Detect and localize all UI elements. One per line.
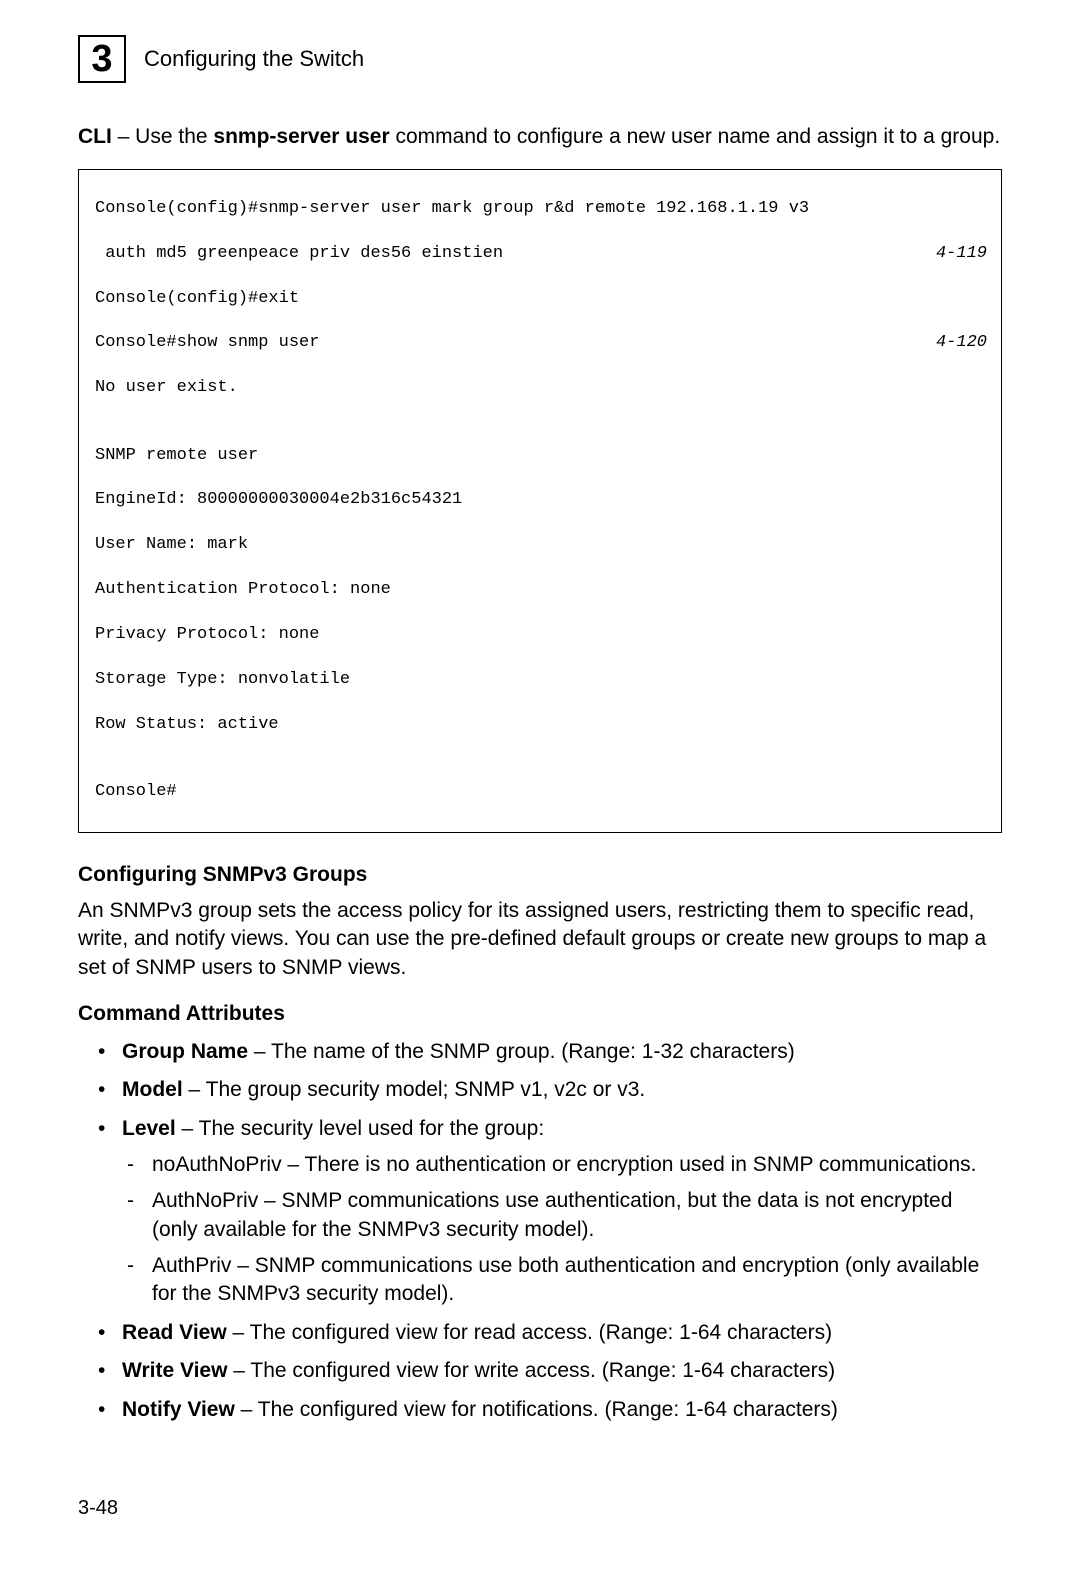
cli-intro-paragraph: CLI – Use the snmp-server user command t…	[78, 123, 1002, 151]
code-line: Authentication Protocol: none	[95, 579, 987, 601]
code-line: Console(config)#snmp-server user mark gr…	[95, 198, 987, 220]
code-text: Console#show snmp user	[95, 332, 319, 354]
code-line: Console#	[95, 781, 987, 803]
cli-command: snmp-server user	[213, 125, 389, 148]
list-item: Model – The group security model; SNMP v…	[78, 1076, 1002, 1104]
attr-desc: – The group security model; SNMP v1, v2c…	[183, 1078, 646, 1101]
cli-label: CLI	[78, 125, 112, 148]
sub-list-item: AuthNoPriv – SNMP communications use aut…	[122, 1187, 1002, 1244]
attr-name: Write View	[122, 1359, 227, 1382]
section-paragraph: An SNMPv3 group sets the access policy f…	[78, 897, 1002, 982]
page-number: 3-48	[78, 1497, 118, 1520]
list-item: Group Name – The name of the SNMP group.…	[78, 1038, 1002, 1066]
code-line: auth md5 greenpeace priv des56 einstien 4…	[95, 243, 987, 265]
cli-text-1: – Use the	[112, 125, 214, 148]
chapter-number-icon: 3	[78, 35, 126, 83]
command-attributes-heading: Command Attributes	[78, 1002, 1002, 1026]
attr-name: Read View	[122, 1321, 227, 1344]
sub-list: noAuthNoPriv – There is no authenticatio…	[122, 1151, 1002, 1309]
list-item: Notify View – The configured view for no…	[78, 1396, 1002, 1424]
list-item: Write View – The configured view for wri…	[78, 1357, 1002, 1385]
cli-output-box: Console(config)#snmp-server user mark gr…	[78, 169, 1002, 833]
code-text: auth md5 greenpeace priv des56 einstien	[95, 243, 503, 265]
code-line: SNMP remote user	[95, 445, 987, 467]
attr-desc: – The configured view for write access. …	[227, 1359, 835, 1382]
code-line: Console#show snmp user 4-120	[95, 332, 987, 354]
page-ref: 4-119	[936, 243, 987, 265]
section-heading: Configuring SNMPv3 Groups	[78, 863, 1002, 887]
sub-list-item: AuthPriv – SNMP communications use both …	[122, 1252, 1002, 1309]
sub-list-item: noAuthNoPriv – There is no authenticatio…	[122, 1151, 1002, 1179]
attr-desc: – The security level used for the group:	[176, 1117, 544, 1140]
code-line: Storage Type: nonvolatile	[95, 669, 987, 691]
code-line: User Name: mark	[95, 534, 987, 556]
attr-name: Group Name	[122, 1040, 248, 1063]
list-item: Level – The security level used for the …	[78, 1115, 1002, 1309]
section-title: Configuring the Switch	[144, 46, 364, 72]
attr-name: Notify View	[122, 1398, 235, 1421]
attr-name: Model	[122, 1078, 183, 1101]
cli-text-2: command to configure a new user name and…	[390, 125, 1001, 148]
attr-desc: – The configured view for notifications.…	[235, 1398, 838, 1421]
page-ref: 4-120	[936, 332, 987, 354]
code-line: Console(config)#exit	[95, 288, 987, 310]
code-line: EngineId: 80000000030004e2b316c54321	[95, 489, 987, 511]
page-header: 3 Configuring the Switch	[78, 35, 1002, 83]
code-line: No user exist.	[95, 377, 987, 399]
list-item: Read View – The configured view for read…	[78, 1319, 1002, 1347]
attr-desc: – The name of the SNMP group. (Range: 1-…	[248, 1040, 795, 1063]
code-line: Row Status: active	[95, 714, 987, 736]
attr-desc: – The configured view for read access. (…	[227, 1321, 832, 1344]
attributes-list: Group Name – The name of the SNMP group.…	[78, 1038, 1002, 1424]
code-line: Privacy Protocol: none	[95, 624, 987, 646]
attr-name: Level	[122, 1117, 176, 1140]
